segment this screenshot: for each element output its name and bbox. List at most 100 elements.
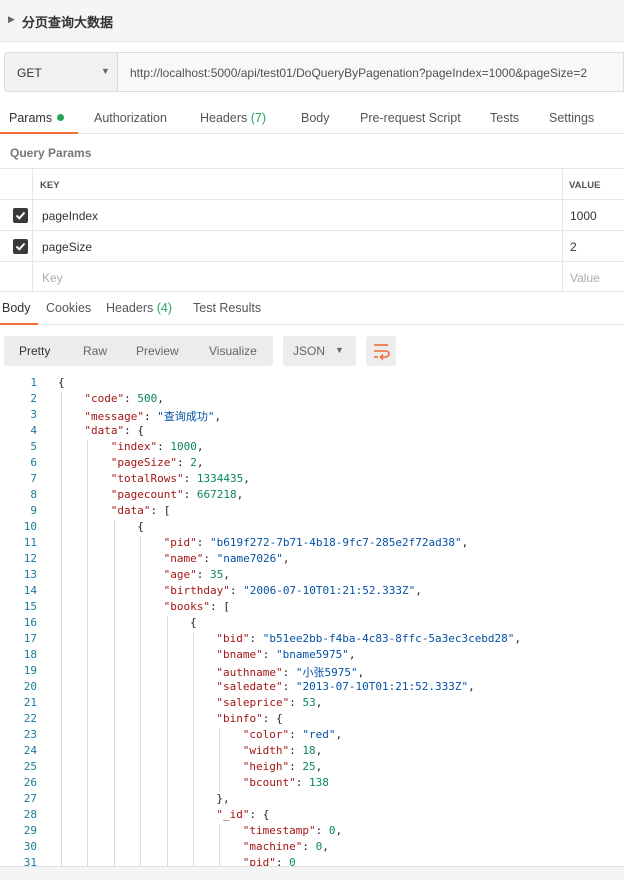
code-text: { <box>190 616 197 629</box>
param-value-cell[interactable]: 2 <box>570 240 577 254</box>
code-token: "totalRows" <box>110 472 184 485</box>
code-token: : <box>196 536 210 549</box>
tab-cookies[interactable]: Cookies <box>46 301 91 315</box>
code-text: "binfo": { <box>216 712 282 725</box>
line-number: 28 <box>23 808 37 821</box>
code-text: "pageSize": 2, <box>111 456 204 469</box>
code-text: "saleprice": 53, <box>216 696 322 709</box>
collapse-caret-icon[interactable]: ▶ <box>8 14 15 25</box>
checkmark-icon <box>15 242 26 251</box>
tab-tests[interactable]: Tests <box>490 111 519 125</box>
line-number: 11 <box>23 536 37 549</box>
code-token: { <box>58 376 65 389</box>
code-token: "saledate" <box>216 680 283 693</box>
code-text: "totalRows": 1334435, <box>111 472 250 485</box>
tab-params[interactable]: Params <box>9 111 65 125</box>
code-token: : <box>289 744 303 757</box>
code-line: 6 "pageSize": 2, <box>0 456 624 472</box>
tab-authorization[interactable]: Authorization <box>94 111 167 125</box>
wrap-lines-icon <box>374 344 390 361</box>
new-value-input[interactable]: Value <box>570 271 600 285</box>
line-number: 14 <box>23 584 37 597</box>
code-text: "code": 500, <box>84 392 164 405</box>
url-input[interactable]: http://localhost:5000/api/test01/DoQuery… <box>118 52 624 92</box>
line-number: 30 <box>23 840 37 853</box>
line-number: 7 <box>30 472 37 485</box>
param-checkbox[interactable] <box>13 239 28 254</box>
code-token: : [ <box>150 504 171 517</box>
indent-guide <box>219 824 221 866</box>
code-line: 9 "data": [ <box>0 504 624 520</box>
line-number: 5 <box>30 440 37 453</box>
tab-settings[interactable]: Settings <box>549 111 594 125</box>
code-token: : <box>289 728 303 741</box>
code-text: }, <box>216 792 229 805</box>
code-line: 24 "width": 18, <box>0 744 624 760</box>
method-select[interactable]: GET ▼ <box>4 52 118 92</box>
value-column-header: VALUE <box>569 180 601 191</box>
code-token: "pid" <box>242 856 276 866</box>
tab-response-body[interactable]: Body <box>2 301 31 315</box>
code-token: : { <box>249 808 270 821</box>
code-token: "width" <box>242 744 290 757</box>
line-number: 25 <box>23 760 37 773</box>
code-token: : <box>249 632 263 645</box>
line-number: 27 <box>23 792 37 805</box>
code-token: "pageSize" <box>110 456 178 469</box>
line-number: 21 <box>23 696 37 709</box>
code-text: "machine": 0, <box>243 840 329 853</box>
code-token: : <box>282 680 296 693</box>
code-token: 53 <box>302 696 316 709</box>
tab-pre-request-script[interactable]: Pre-request Script <box>360 111 461 125</box>
code-token: , <box>461 536 469 549</box>
code-token: , <box>357 666 365 679</box>
view-visualize[interactable]: Visualize <box>209 344 257 358</box>
tab-headers[interactable]: Headers (7) <box>200 111 266 125</box>
query-params-title: Query Params <box>10 146 92 160</box>
code-token: , <box>322 840 329 853</box>
code-token: "bid" <box>216 632 250 645</box>
code-text: "index": 1000, <box>111 440 204 453</box>
tab-body[interactable]: Body <box>301 111 330 125</box>
checkmark-icon <box>15 211 26 220</box>
tab-response-headers[interactable]: Headers (4) <box>106 301 172 315</box>
param-checkbox[interactable] <box>13 208 28 223</box>
new-key-input[interactable]: Key <box>42 271 63 285</box>
code-text: "_id": { <box>216 808 269 821</box>
code-text: { <box>58 376 65 389</box>
code-token: "message" <box>84 410 144 423</box>
line-number: 2 <box>30 392 37 405</box>
code-token: : <box>282 666 296 679</box>
view-preview[interactable]: Preview <box>136 344 179 358</box>
view-pretty[interactable]: Pretty <box>19 344 50 358</box>
line-number: 12 <box>23 552 37 565</box>
code-text: "age": 35, <box>164 568 230 581</box>
response-json-viewer[interactable]: 1{2 "code": 500, 3 "message": "查询成功", 4 "data… <box>0 376 624 866</box>
code-text: "books": [ <box>164 600 230 613</box>
view-raw[interactable]: Raw <box>83 344 107 358</box>
code-token: 1000 <box>170 440 197 453</box>
wrap-lines-button[interactable] <box>366 336 396 366</box>
request-title[interactable]: 分页查询大数据 <box>22 12 113 31</box>
param-value-cell[interactable]: 1000 <box>570 209 597 223</box>
code-token: : <box>177 456 191 469</box>
tab-test-results[interactable]: Test Results <box>193 301 261 315</box>
code-token: "age" <box>163 568 197 581</box>
code-token: "bname" <box>216 648 263 661</box>
format-select[interactable]: JSON ▼ <box>283 336 356 366</box>
code-token: 1334435 <box>196 472 244 485</box>
param-key-cell[interactable]: pageSize <box>42 240 92 254</box>
table-row-new: Key Value <box>0 261 624 292</box>
param-key-cell[interactable]: pageIndex <box>42 209 98 223</box>
code-line: 3 "message": "查询成功", <box>0 408 624 424</box>
code-token: : { <box>262 712 283 725</box>
code-token: 0 <box>328 824 336 837</box>
code-text: "color": "red", <box>243 728 342 741</box>
code-line: 10 { <box>0 520 624 536</box>
indent-guide <box>166 616 168 866</box>
code-text: "width": 18, <box>243 744 322 757</box>
code-token: { <box>190 616 197 629</box>
code-token: : [ <box>209 600 230 613</box>
code-text: "bid": "b51ee2bb-f4ba-4c83-8ffc-5a3ec3ce… <box>216 632 521 645</box>
code-text: "name": "name7026", <box>164 552 290 565</box>
